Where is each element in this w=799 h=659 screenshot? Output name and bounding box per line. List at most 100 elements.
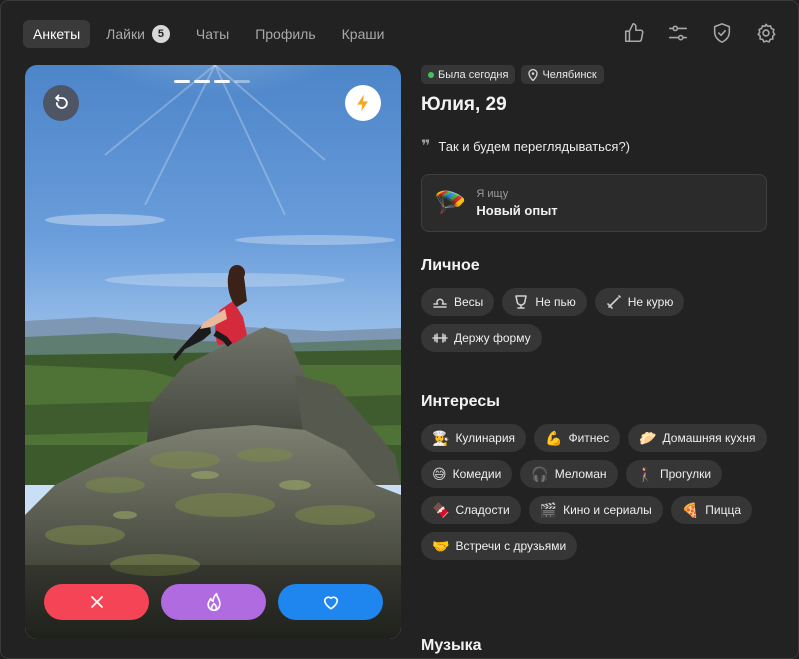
walking-woman-icon: 🚶‍♀️ [636, 466, 654, 482]
gear-icon[interactable] [754, 21, 778, 45]
tab-crushes[interactable]: Краши [332, 20, 395, 48]
likes-count-badge: 5 [151, 25, 170, 43]
interest-chip[interactable]: 🚶‍♀️ Прогулки [625, 460, 723, 488]
personal-chips: Весы Не пью Не курю Держу форму [421, 288, 771, 352]
progress-segment [174, 80, 190, 83]
chip-label: Прогулки [660, 467, 712, 481]
chip-label: Меломан [554, 467, 607, 481]
photo-progress [174, 80, 250, 83]
progress-segment [214, 80, 230, 83]
chip-label: Сладости [455, 503, 510, 517]
chip-label: Держу форму [454, 331, 531, 345]
status-chips: Была сегодня Челябинск [421, 65, 771, 84]
tab-chats[interactable]: Чаты [186, 20, 239, 48]
quote-text: Так и будем переглядываться?) [438, 138, 631, 154]
section-title: Музыка [421, 637, 482, 654]
interest-chip[interactable]: 🍕 Пицца [670, 496, 752, 524]
chip-label: Кино и сериалы [563, 503, 652, 517]
chip-label: Весы [454, 295, 484, 309]
chip-fitness[interactable]: Держу форму [421, 324, 542, 352]
app-window: Анкеты Лайки 5 Чаты Профиль Краши Была с… [0, 0, 799, 659]
tab-profiles[interactable]: Анкеты [23, 20, 91, 48]
tab-label: Краши [341, 26, 385, 42]
location-chip: Челябинск [521, 65, 604, 84]
clapper-icon: 🎬 [539, 502, 558, 518]
chip-label: Домашняя кухня [662, 431, 756, 445]
dumpling-icon: 🥟 [639, 430, 657, 446]
tab-label: Анкеты [33, 26, 81, 42]
progress-segment [234, 80, 250, 83]
headphones-icon: 🎧 [531, 466, 549, 482]
profile-photo[interactable] [25, 65, 401, 639]
dumbbell-icon [432, 333, 448, 343]
interest-chip[interactable]: 🤝 Встречи с друзьями [421, 532, 578, 560]
thumbs-up-icon[interactable] [622, 21, 646, 45]
chocolate-icon: 🍫 [432, 502, 450, 518]
chip-label: Не пью [535, 295, 576, 309]
shield-check-icon[interactable] [710, 21, 734, 45]
parachute-icon: 🪂 [434, 187, 467, 218]
quote-icon: ❞ [421, 138, 431, 155]
chip-label: Кулинария [455, 431, 516, 445]
chip-label: Комедии [452, 467, 502, 481]
no-smoking-icon [606, 295, 621, 309]
top-nav: Анкеты Лайки 5 Чаты Профиль Краши [23, 20, 394, 48]
chef-icon: 👩‍🍳 [432, 430, 450, 446]
handshake-icon: 🤝 [432, 538, 450, 554]
flame-icon [206, 592, 221, 612]
close-icon [90, 596, 103, 608]
chip-label: Фитнес [568, 431, 610, 445]
music-section: Музыка [421, 637, 482, 655]
lightning-icon [357, 94, 368, 112]
interest-chip[interactable]: 💪 Фитнес [534, 424, 621, 452]
seeking-card: 🪂 Я ищу Новый опыт [421, 174, 767, 232]
interest-chip[interactable]: 🎧 Меломан [520, 460, 618, 488]
chip-drinking[interactable]: Не пью [502, 288, 587, 316]
profile-quote: ❞ Так и будем переглядываться?) [421, 136, 771, 156]
personal-section: Личное Весы Не пью Не курю Держу форму [421, 257, 771, 352]
online-status-chip: Была сегодня [421, 65, 516, 84]
flexed-biceps-icon: 💪 [545, 430, 563, 446]
pizza-icon: 🍕 [681, 502, 700, 518]
glass-icon [515, 295, 528, 309]
sliders-icon[interactable] [666, 21, 690, 45]
interest-chip[interactable]: 🥟 Домашняя кухня [628, 424, 767, 452]
libra-icon [433, 298, 447, 308]
boost-button[interactable] [345, 85, 381, 121]
mountain-landscape-image [25, 65, 401, 639]
toolbar-icons [622, 21, 778, 45]
dislike-button[interactable] [44, 584, 149, 620]
action-buttons [44, 584, 383, 620]
seeking-label: Я ищу [476, 188, 509, 200]
chip-zodiac[interactable]: Весы [421, 288, 495, 316]
tab-likes[interactable]: Лайки 5 [96, 20, 180, 48]
tab-label: Лайки [106, 26, 145, 42]
section-title: Интересы [421, 393, 500, 410]
tab-label: Чаты [195, 26, 230, 42]
profile-name: Юлия, 29 [421, 94, 507, 115]
like-button[interactable] [278, 584, 383, 620]
interest-chip[interactable]: 👩‍🍳 Кулинария [421, 424, 527, 452]
chip-label: Пицца [705, 503, 741, 517]
chip-smoking[interactable]: Не курю [594, 288, 685, 316]
tab-my-profile[interactable]: Профиль [245, 20, 325, 48]
tab-label: Профиль [255, 26, 316, 42]
seeking-text: Я ищу Новый опыт [476, 188, 557, 218]
location-pin-icon [528, 68, 539, 81]
interest-chip[interactable]: 😅 Комедии [421, 460, 513, 488]
profile-info: Была сегодня Челябинск Юлия, 29 ❞ Так и б… [421, 65, 771, 232]
superlike-button[interactable] [161, 584, 266, 620]
chip-label: Не курю [627, 295, 674, 309]
city-text: Челябинск [542, 68, 597, 81]
undo-icon [55, 94, 68, 109]
undo-button[interactable] [43, 85, 79, 121]
interests-section: Интересы 👩‍🍳 Кулинария 💪 Фитнес 🥟 Домашняя … [421, 393, 771, 560]
interest-chip[interactable]: 🍫 Сладости [421, 496, 521, 524]
online-dot-icon [428, 71, 434, 78]
seeking-value: Новый опыт [476, 203, 558, 218]
heart-icon [323, 596, 338, 610]
interest-chip[interactable]: 🎬 Кино и сериалы [528, 496, 663, 524]
chip-label: Встречи с друзьями [455, 539, 567, 553]
status-text: Была сегодня [438, 68, 509, 81]
progress-segment [194, 80, 210, 83]
